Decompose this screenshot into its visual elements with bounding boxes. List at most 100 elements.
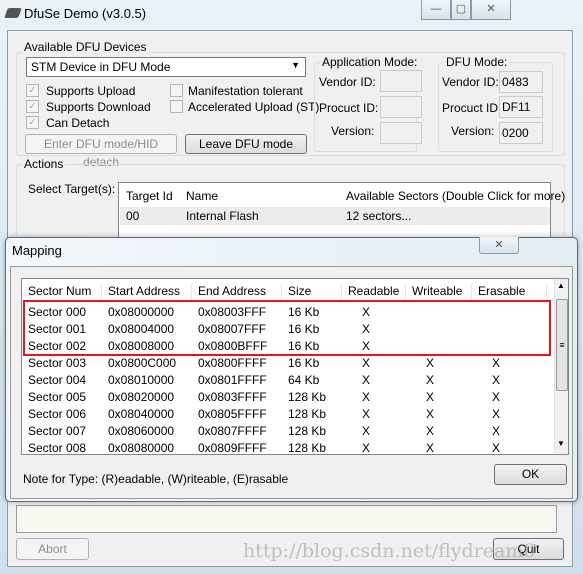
dfu-vendor-field: 0483 [499,71,543,93]
watermark: http://blog.csdn.net/flydream0 [243,540,536,562]
scroll-thumb[interactable]: ≡ [556,299,568,391]
app-mode-label: Application Mode: [320,55,420,69]
abort-button[interactable]: Abort [16,538,89,560]
app-version-field [380,122,422,144]
cell: X [362,424,371,438]
cell: 0x08080000 [108,441,175,455]
target-id: 00 [126,209,140,223]
scroll-up-icon[interactable]: ▲ [557,281,565,290]
chevron-down-icon: ▼ [291,60,300,70]
cell: X [492,441,501,455]
table-row[interactable]: Sector 008 0x08080000 0x0809FFFF 128 Kb X X X [22,440,552,455]
can-detach-label: Can Detach [46,116,110,130]
dialog-close-button[interactable]: ✕ [479,237,519,254]
dialog-title: Mapping [12,243,62,258]
cell: 0x08020000 [108,390,175,404]
cell: 0x0800C000 [108,356,177,370]
target-table: Target Id Name Available Sectors (Double… [118,182,565,242]
cell: X [492,356,501,370]
cell: 128 Kb [288,441,327,455]
scrollbar[interactable]: ▲ ≡ ▼ [554,279,568,454]
cell: 0x08010000 [108,373,175,387]
cell: 0x08060000 [108,424,175,438]
table-row[interactable]: 00 Internal Flash 12 sectors... [120,207,550,225]
cell: 0x0809FFFF [198,441,267,455]
close-button[interactable]: ✕ [471,0,511,20]
ok-button[interactable]: OK [494,464,567,485]
cell: 128 Kb [288,407,327,421]
actions-label: Actions [22,157,66,171]
supports-download-label: Supports Download [46,100,151,114]
highlight-box [23,300,551,356]
scroll-down-icon[interactable]: ▼ [557,439,565,448]
app-vendor-label: Vendor ID: [319,75,376,89]
cell: 0x0807FFFF [198,424,267,438]
cell: 128 Kb [288,424,327,438]
manifestation-tolerant-checkbox[interactable] [170,84,183,97]
cell: Sector 008 [28,441,87,455]
cell: Sector 006 [28,407,87,421]
column-header[interactable]: Name [186,189,218,203]
cell: X [492,407,501,421]
target-name: Internal Flash [186,209,259,223]
table-row[interactable]: Sector 004 0x08010000 0x0801FFFF 64 Kb X X X [22,372,552,389]
chip-icon [4,8,22,18]
table-row[interactable]: Sector 006 0x08040000 0x0805FFFF 128 Kb X X X [22,406,552,423]
cell: Sector 004 [28,373,87,387]
supports-upload-checkbox[interactable]: ✓ [26,84,39,97]
accelerated-upload-checkbox[interactable] [170,100,183,113]
cell: X [426,373,435,387]
cell: Sector 007 [28,424,87,438]
app-product-label: Procuct ID: [319,101,379,115]
mapping-dialog: Mapping ✕ Sector Num Start Address End Add… [5,237,578,502]
cell: 0x0803FFFF [198,390,267,404]
supports-download-checkbox[interactable]: ✓ [26,100,39,113]
mapping-list: Sector Num Start Address End Address Size Re… [21,278,569,455]
dfu-mode-label: DFU Mode: [444,55,510,69]
cell: 0x08040000 [108,407,175,421]
dfu-version-field: 0200 [499,122,543,144]
dfu-product-label: Procuct ID: [442,101,502,115]
table-row[interactable]: Sector 005 0x08020000 0x0803FFFF 128 Kb X X X [22,389,552,406]
type-note: Note for Type: (R)eadable, (W)riteable, … [23,472,289,486]
cell: X [426,390,435,404]
device-select-value: STM Device in DFU Mode [31,60,171,74]
can-detach-checkbox[interactable]: ✓ [26,116,39,129]
column-header[interactable]: Target Id [126,189,173,203]
cell: 0x0800FFFF [198,356,267,370]
cell: X [426,356,435,370]
cell: X [426,407,435,421]
dfu-version-label: Version: [451,124,495,138]
app-vendor-field [380,70,422,92]
table-row[interactable]: Sector 003 0x0800C000 0x0800FFFF 16 Kb X X X [22,355,552,372]
window-title: DfuSe Demo (v3.0.5) [24,6,147,21]
cell: 16 Kb [288,356,320,370]
manifestation-tolerant-label: Manifestation tolerant [188,84,303,98]
target-sectors: 12 sectors... [346,209,412,223]
maximize-button[interactable]: ▢ [451,0,471,20]
app-product-field [380,96,422,118]
enter-dfu-button[interactable]: Enter DFU mode/HID detach [25,134,177,169]
cell: X [492,424,501,438]
list-header: Sector Num Start Address End Address Size Re… [22,279,568,302]
column-header[interactable]: Available Sectors (Double Click for more… [346,189,565,203]
cell: X [492,390,501,404]
cell: 0x0805FFFF [198,407,267,421]
table-row[interactable]: Sector 007 0x08060000 0x0807FFFF 128 Kb X X X [22,423,552,440]
accelerated-upload-label: Accelerated Upload (ST) [188,100,320,114]
leave-dfu-button[interactable]: Leave DFU mode [185,134,307,154]
cell: X [362,356,371,370]
supports-upload-label: Supports Upload [46,84,136,98]
cell: X [426,424,435,438]
cell: X [362,390,371,404]
dfu-product-field: DF11 [499,96,543,118]
cell: 128 Kb [288,390,327,404]
select-target-label: Select Target(s): [28,182,116,196]
devices-group-label: Available DFU Devices [22,40,149,54]
device-select[interactable]: STM Device in DFU Mode ▼ [26,57,306,77]
progress-box [16,505,557,533]
app-version-label: Version: [331,124,375,138]
cell: X [362,407,371,421]
minimize-button[interactable]: — [421,0,451,20]
cell: 64 Kb [288,373,320,387]
